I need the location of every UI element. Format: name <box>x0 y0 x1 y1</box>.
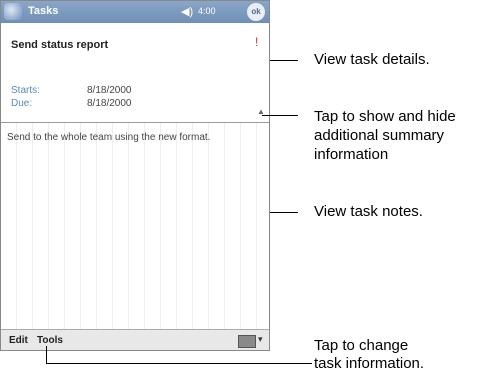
title-bar: Tasks ◀) 4:00 ok <box>1 1 269 23</box>
input-arrow-icon[interactable]: ▾ <box>258 334 263 345</box>
start-value: 8/18/2000 <box>87 85 132 96</box>
speaker-icon[interactable]: ◀) <box>181 5 193 18</box>
menu-bar: Edit Tools ▾ <box>1 329 269 350</box>
due-value: 8/18/2000 <box>87 98 132 109</box>
start-menu-icon[interactable] <box>4 3 22 20</box>
callout-tap-summary-1: Tap to show and hide <box>314 108 456 125</box>
callout-tap-change-2: task information. <box>314 355 425 372</box>
callout-view-notes: View task notes. <box>314 203 423 220</box>
ok-button[interactable]: ok <box>247 3 265 21</box>
callout-tap-change-1: Tap to change <box>314 337 409 354</box>
callout-view-details: View task details. <box>314 51 430 68</box>
due-label: Due: <box>11 98 33 109</box>
app-title: Tasks <box>28 5 59 17</box>
callout-tap-summary-3: information <box>314 146 389 163</box>
callout-line-change <box>46 363 312 364</box>
start-label: Starts: <box>11 85 40 96</box>
callout-tap-summary-2: additional summary <box>314 127 445 144</box>
keyboard-icon[interactable] <box>238 335 256 348</box>
task-notes-area[interactable]: Send to the whole team using the new for… <box>1 123 269 329</box>
task-title: Send status report <box>11 39 109 51</box>
callout-line-details <box>270 60 298 61</box>
callout-line-notes <box>270 212 298 213</box>
priority-icon: ! <box>255 35 259 49</box>
callout-line-summary <box>262 115 298 116</box>
edit-menu[interactable]: Edit <box>9 335 28 346</box>
task-notes-text: Send to the whole team using the new for… <box>7 132 211 143</box>
clock[interactable]: 4:00 <box>198 6 216 16</box>
pocket-pc-screen: Tasks ◀) 4:00 ok Send status report ! St… <box>0 0 270 351</box>
tools-menu[interactable]: Tools <box>37 335 63 346</box>
callout-vline-change <box>46 346 47 363</box>
